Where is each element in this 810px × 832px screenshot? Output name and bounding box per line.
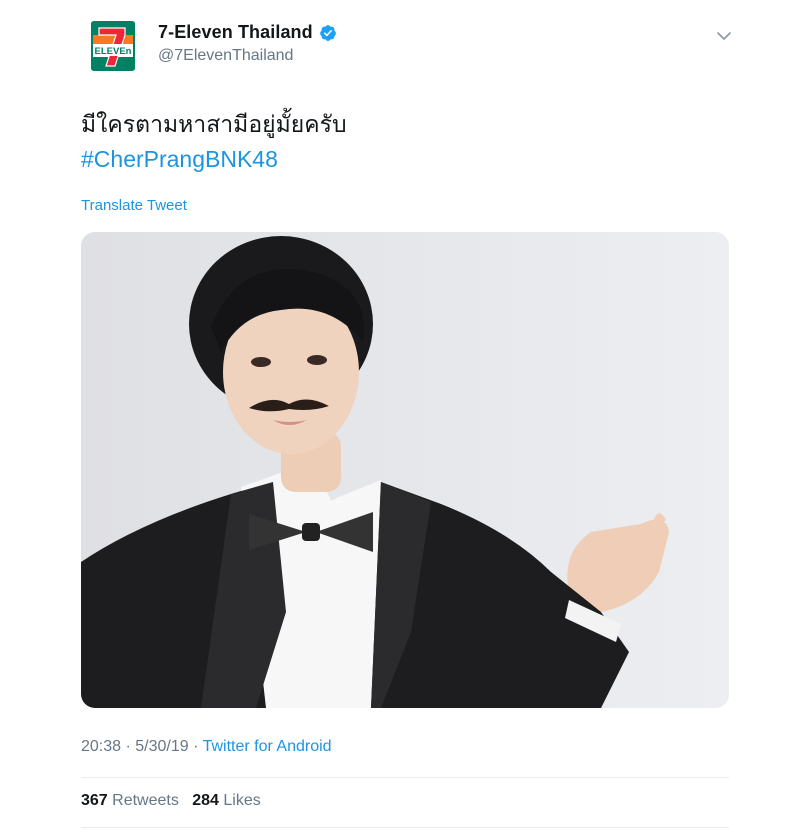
tweet-text: มีใครตามหาสามีอยู่มั้ยครับ [81, 111, 347, 137]
divider-bottom [81, 827, 729, 828]
tweet-timestamp-row: 20:38 · 5/30/19 · Twitter for Android [81, 738, 332, 756]
tweet-source-link[interactable]: Twitter for Android [203, 738, 332, 755]
display-name[interactable]: 7-Eleven Thailand [158, 22, 313, 43]
retweets-count: 367 [81, 792, 108, 809]
tweet-photo-image [81, 232, 729, 708]
translate-tweet-link[interactable]: Translate Tweet [81, 197, 187, 214]
likes-stat[interactable]: 284 Likes [192, 792, 261, 809]
7-eleven-logo-icon: ELEVEn [81, 14, 145, 78]
likes-count: 284 [192, 792, 219, 809]
tweet: ELEVEn 7-Eleven Thailand @7ElevenThailan… [0, 0, 810, 832]
meta-separator: · [121, 738, 136, 755]
chevron-down-icon[interactable] [716, 30, 732, 42]
account-handle[interactable]: @7ElevenThailand [158, 47, 293, 65]
tweet-photo[interactable] [81, 232, 729, 708]
tweet-time[interactable]: 20:38 [81, 738, 121, 755]
avatar[interactable]: ELEVEn [81, 14, 145, 78]
author-name-row: 7-Eleven Thailand [158, 22, 337, 43]
avatar-logo-text: ELEVEn [95, 46, 132, 57]
retweets-label: Retweets [112, 792, 179, 809]
retweets-stat[interactable]: 367 Retweets [81, 792, 179, 809]
verified-badge-icon [319, 24, 336, 41]
tweet-stats: 367 Retweets 284 Likes [81, 792, 261, 810]
meta-separator-2: · [188, 738, 203, 755]
tweet-date[interactable]: 5/30/19 [135, 738, 188, 755]
divider [81, 777, 729, 778]
hashtag-link[interactable]: #CherPrangBNK48 [81, 143, 278, 176]
likes-label: Likes [223, 792, 261, 809]
